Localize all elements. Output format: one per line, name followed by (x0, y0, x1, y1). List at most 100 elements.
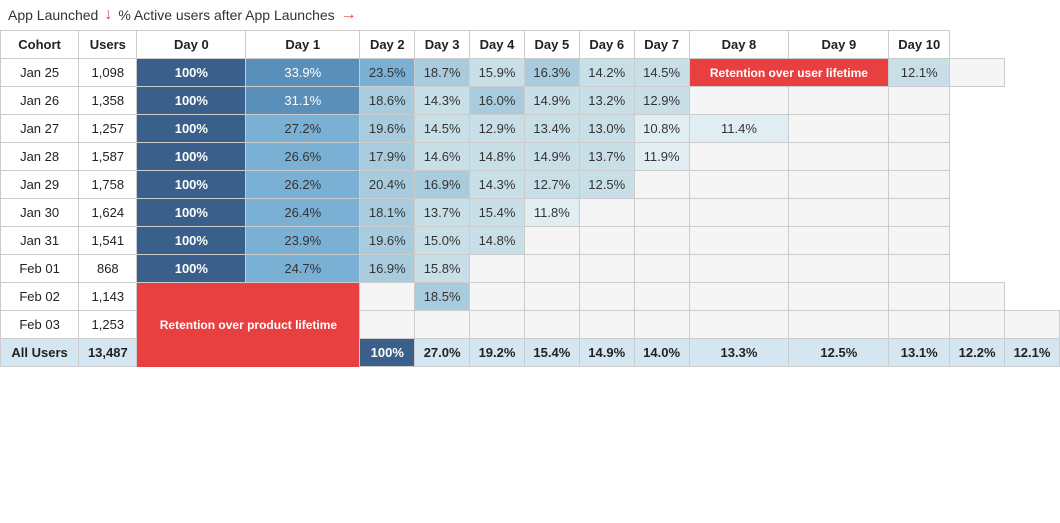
table-row: Jan 251,098100%33.9%23.5%18.7%15.9%16.3%… (1, 59, 1060, 87)
percent-active-label: % Active users after App Launches (118, 7, 334, 23)
day-cell: 15.8% (415, 255, 470, 283)
day-cell (689, 199, 789, 227)
day-cell: 24.7% (246, 255, 360, 283)
day-cell (634, 199, 689, 227)
col-header-day5: Day 5 (524, 31, 579, 59)
col-header-day4: Day 4 (470, 31, 525, 59)
table-header-row: Cohort Users Day 0 Day 1 Day 2 Day 3 Day… (1, 31, 1060, 59)
day-cell (1005, 311, 1060, 339)
day-cell (789, 311, 889, 339)
all-users-day-cell: 12.1% (1005, 339, 1060, 367)
day-cell (524, 283, 579, 311)
users-cell: 1,541 (79, 227, 137, 255)
cohort-cell: Jan 31 (1, 227, 79, 255)
all-users-count: 13,487 (79, 339, 137, 367)
users-cell: 1,098 (79, 59, 137, 87)
day-cell (579, 199, 634, 227)
table-row: Jan 271,257100%27.2%19.6%14.5%12.9%13.4%… (1, 115, 1060, 143)
day-cell: 14.9% (524, 143, 579, 171)
all-users-day-cell: 14.0% (634, 339, 689, 367)
col-header-day2: Day 2 (360, 31, 415, 59)
cohort-cell: Jan 25 (1, 59, 79, 87)
day-cell (470, 283, 525, 311)
day-cell (789, 283, 889, 311)
day-cell (579, 283, 634, 311)
day-cell: 18.6% (360, 87, 415, 115)
day-cell: 14.5% (415, 115, 470, 143)
day-cell: 14.8% (470, 227, 525, 255)
app-launched-label: App Launched (8, 7, 98, 23)
day-cell: 14.2% (579, 59, 634, 87)
all-users-day-cell: 13.1% (889, 339, 950, 367)
cohort-cell: Feb 02 (1, 283, 79, 311)
day-cell: 26.2% (246, 171, 360, 199)
day-cell: 100% (137, 143, 246, 171)
day-cell: 16.3% (524, 59, 579, 87)
table-row: Jan 291,758100%26.2%20.4%16.9%14.3%12.7%… (1, 171, 1060, 199)
day-cell: 20.4% (360, 171, 415, 199)
all-users-day-cell: 14.9% (579, 339, 634, 367)
header-row: App Launched ↓ % Active users after App … (0, 0, 1060, 30)
day-cell: 10.8% (634, 115, 689, 143)
day-cell: 23.9% (246, 227, 360, 255)
users-cell: 1,587 (79, 143, 137, 171)
day-cell (470, 255, 525, 283)
day-cell: 100% (137, 199, 246, 227)
col-header-day1: Day 1 (246, 31, 360, 59)
day-cell (415, 311, 470, 339)
cohort-cell: Jan 29 (1, 171, 79, 199)
users-cell: 1,624 (79, 199, 137, 227)
all-users-cohort: All Users (1, 339, 79, 367)
day-cell: 100% (137, 171, 246, 199)
cohort-cell: Jan 26 (1, 87, 79, 115)
day-cell: 16.9% (415, 171, 470, 199)
day-cell: 12.9% (470, 115, 525, 143)
day-cell: 12.9% (634, 87, 689, 115)
day-cell (789, 87, 889, 115)
day-cell (689, 227, 789, 255)
day-cell: 13.4% (524, 115, 579, 143)
day-cell (789, 143, 889, 171)
day-cell (634, 283, 689, 311)
day-cell (689, 283, 789, 311)
day-cell (689, 87, 789, 115)
all-users-day-cell: 15.4% (524, 339, 579, 367)
arrow-down-icon: ↓ (104, 6, 112, 24)
day-cell: 13.7% (415, 199, 470, 227)
day-cell (789, 199, 889, 227)
day-cell: 11.9% (634, 143, 689, 171)
day-cell (950, 311, 1005, 339)
day-cell: Retention over user lifetime (689, 59, 889, 87)
arrow-right-icon: → (341, 6, 357, 24)
day-cell (524, 255, 579, 283)
day-cell (689, 171, 789, 199)
table-row: Jan 301,624100%26.4%18.1%13.7%15.4%11.8% (1, 199, 1060, 227)
col-header-day3: Day 3 (415, 31, 470, 59)
day-cell (789, 115, 889, 143)
day-cell (634, 227, 689, 255)
day-cell: 33.9% (246, 59, 360, 87)
day-cell (689, 311, 789, 339)
users-cell: 1,253 (79, 311, 137, 339)
col-header-day8: Day 8 (689, 31, 789, 59)
day-cell: 12.7% (524, 171, 579, 199)
cohort-cell: Feb 01 (1, 255, 79, 283)
retention-table: Cohort Users Day 0 Day 1 Day 2 Day 3 Day… (0, 30, 1060, 367)
day-cell: 16.9% (360, 255, 415, 283)
col-header-day6: Day 6 (579, 31, 634, 59)
day-cell: 19.6% (360, 227, 415, 255)
table-row: Feb 021,143Retention over product lifeti… (1, 283, 1060, 311)
day-cell (889, 311, 950, 339)
all-users-day-cell: 13.3% (689, 339, 789, 367)
day-cell: 12.1% (889, 59, 950, 87)
day-cell: 13.2% (579, 87, 634, 115)
users-cell: 868 (79, 255, 137, 283)
users-cell: 1,257 (79, 115, 137, 143)
day-cell: 26.4% (246, 199, 360, 227)
day-cell: 26.6% (246, 143, 360, 171)
day-cell (889, 199, 950, 227)
day-cell: 31.1% (246, 87, 360, 115)
all-users-day-cell: 12.5% (789, 339, 889, 367)
day-cell (789, 255, 889, 283)
day-cell: 15.4% (470, 199, 525, 227)
